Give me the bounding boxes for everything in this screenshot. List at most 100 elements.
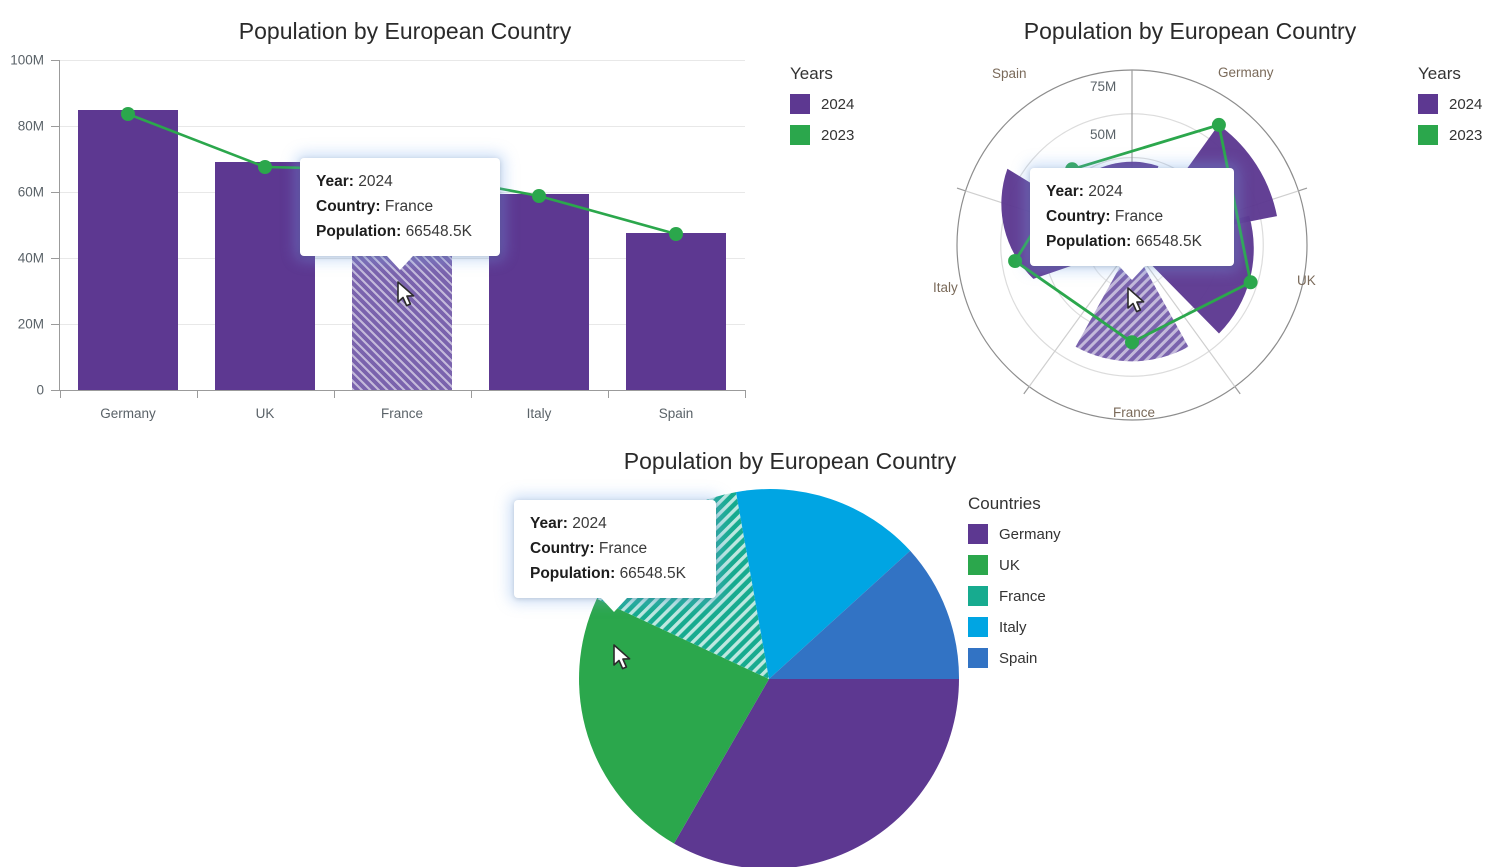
- tooltip-population-value: 66548.5K: [405, 223, 472, 241]
- polar-label-uk: UK: [1297, 273, 1316, 288]
- polar-outer-tick: [1298, 187, 1308, 192]
- x-axis-tick: [334, 391, 335, 398]
- x-axis-label-france: France: [380, 406, 424, 421]
- tooltip-year-row: Year: 2024: [530, 511, 700, 536]
- legend-item-spain[interactable]: Spain: [968, 648, 1061, 668]
- pie-chart-tooltip: Year: 2024 Country: France Population: 6…: [514, 500, 716, 613]
- polar-label-germany: Germany: [1218, 65, 1274, 80]
- legend-swatch-2023: [790, 125, 810, 145]
- legend-label-2023: 2023: [1449, 126, 1483, 144]
- polar-marker-uk[interactable]: [1243, 275, 1258, 290]
- tooltip-year-key: Year:: [530, 515, 568, 532]
- legend-item-uk[interactable]: UK: [968, 555, 1061, 575]
- pie-chart-panel: Population by European Country Year: 202…: [440, 440, 1492, 867]
- x-axis-tick: [608, 391, 609, 398]
- x-axis-tick: [60, 391, 61, 398]
- tooltip-country-key: Country:: [1046, 208, 1111, 226]
- legend-item-france[interactable]: France: [968, 586, 1061, 606]
- tooltip-country-value: France: [1114, 208, 1164, 226]
- tooltip-country-row: Country: France: [316, 194, 484, 219]
- polar-label-italy: Italy: [933, 280, 958, 295]
- tooltip-country-key: Country:: [316, 198, 381, 216]
- legend-title: Countries: [968, 494, 1041, 513]
- legend-swatch-germany: [968, 524, 988, 544]
- legend-item-germany[interactable]: Germany: [968, 524, 1061, 544]
- legend-label-italy: Italy: [999, 618, 1027, 636]
- legend-item-2023[interactable]: 2023: [790, 125, 854, 145]
- polar-chart-legend: Years 2024 2023: [1418, 64, 1482, 156]
- tooltip-year-value: 2024: [572, 515, 607, 532]
- legend-label-uk: UK: [999, 556, 1020, 574]
- x-axis-label-germany: Germany: [100, 406, 156, 421]
- line-marker-germany[interactable]: [121, 107, 135, 121]
- line-marker-spain[interactable]: [669, 227, 683, 241]
- tooltip-year-value: 2024: [358, 173, 393, 190]
- legend-item-2023[interactable]: 2023: [1418, 125, 1482, 145]
- legend-label-2024: 2024: [821, 95, 855, 113]
- legend-title: Years: [1418, 64, 1461, 83]
- polar-chart-panel: Population by European Country 75M 50M G…: [930, 0, 1492, 440]
- polar-label-spain: Spain: [992, 66, 1027, 81]
- polar-marker-france[interactable]: [1125, 335, 1139, 350]
- x-axis-label-uk: UK: [255, 406, 275, 421]
- line-marker-uk[interactable]: [258, 160, 272, 174]
- bar-chart-legend: Years 2024 2023: [790, 64, 854, 156]
- x-axis-tick: [471, 391, 472, 398]
- polar-outer-tick: [1234, 386, 1241, 395]
- legend-swatch-2023: [1418, 125, 1438, 145]
- legend-swatch-2024: [790, 94, 810, 114]
- tooltip-arrow: [601, 598, 627, 613]
- legend-item-2024[interactable]: 2024: [790, 94, 854, 114]
- polar-chart-tooltip: Year: 2024 Country: France Population: 6…: [1030, 168, 1234, 281]
- polar-label-france: France: [1113, 405, 1156, 420]
- legend-label-2024: 2024: [1449, 95, 1483, 113]
- legend-label-spain: Spain: [999, 649, 1038, 667]
- tooltip-population-row: Population: 66548.5K: [1046, 229, 1218, 254]
- tooltip-population-key: Population:: [1046, 233, 1132, 251]
- x-axis-label-italy: Italy: [526, 406, 552, 421]
- tooltip-population-key: Population:: [316, 223, 402, 241]
- bar-chart-tooltip: Year: 2024 Country: France Population: 6…: [300, 158, 500, 271]
- tooltip-year-value: 2024: [1088, 183, 1123, 200]
- tooltip-arrow: [387, 256, 413, 271]
- legend-swatch-2024: [1418, 94, 1438, 114]
- legend-swatch-italy: [968, 617, 988, 637]
- x-axis-tick: [745, 391, 746, 398]
- tooltip-population-key: Population:: [530, 565, 616, 583]
- tooltip-population-value: 66548.5K: [1135, 233, 1202, 251]
- legend-swatch-france: [968, 586, 988, 606]
- polar-outer-tick: [956, 187, 966, 192]
- polar-outer-tick: [1023, 386, 1030, 395]
- tooltip-population-row: Population: 66548.5K: [316, 219, 484, 244]
- legend-item-italy[interactable]: Italy: [968, 617, 1061, 637]
- pie-chart-legend: Countries Germany UK France Italy Spain: [968, 494, 1061, 679]
- tooltip-country-value: France: [598, 540, 648, 558]
- x-axis-line: [60, 390, 746, 391]
- legend-label-france: France: [999, 587, 1046, 605]
- bar-chart-panel: Population by European Country 100M 80M …: [0, 0, 854, 440]
- polar-marker-italy[interactable]: [1008, 254, 1023, 268]
- tooltip-year-key: Year:: [316, 173, 354, 190]
- polar-rtick-75m: 75M: [1090, 79, 1117, 94]
- tooltip-country-row: Country: France: [1046, 204, 1218, 229]
- x-axis-tick: [197, 391, 198, 398]
- legend-swatch-spain: [968, 648, 988, 668]
- tooltip-population-value: 66548.5K: [619, 565, 686, 583]
- tooltip-country-value: France: [384, 198, 434, 216]
- legend-swatch-uk: [968, 555, 988, 575]
- polar-rtick-50m: 50M: [1090, 127, 1117, 142]
- polar-marker-germany[interactable]: [1211, 117, 1226, 132]
- tooltip-year-row: Year: 2024: [1046, 179, 1218, 204]
- tooltip-year-row: Year: 2024: [316, 169, 484, 194]
- line-marker-italy[interactable]: [532, 189, 546, 203]
- tooltip-country-row: Country: France: [530, 536, 700, 561]
- x-axis-label-spain: Spain: [658, 406, 694, 421]
- tooltip-arrow: [1119, 266, 1145, 281]
- tooltip-population-row: Population: 66548.5K: [530, 561, 700, 586]
- tooltip-country-key: Country:: [530, 540, 595, 558]
- legend-label-germany: Germany: [999, 525, 1061, 543]
- legend-title: Years: [790, 64, 833, 83]
- legend-label-2023: 2023: [821, 126, 855, 144]
- tooltip-year-key: Year:: [1046, 183, 1084, 200]
- legend-item-2024[interactable]: 2024: [1418, 94, 1482, 114]
